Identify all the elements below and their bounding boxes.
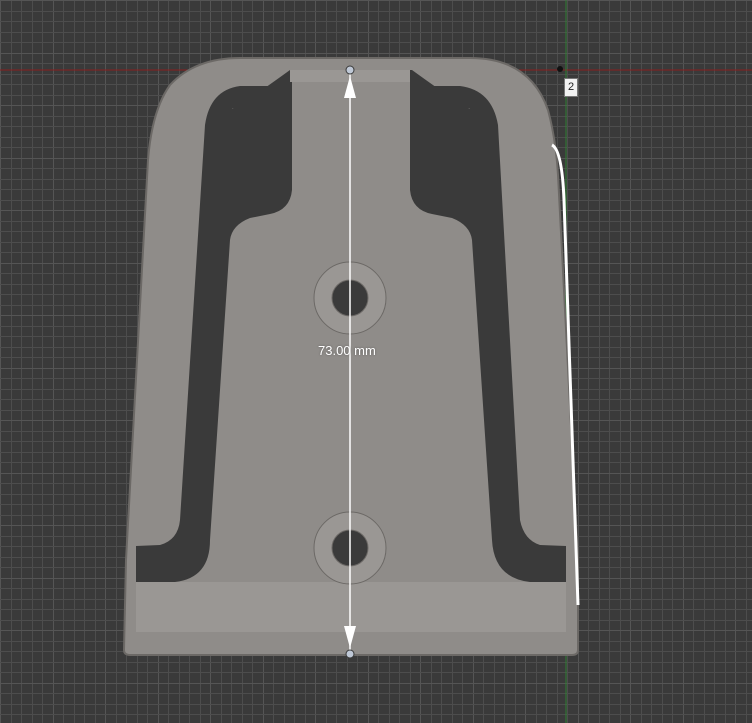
dimension-point-top[interactable]: [345, 65, 355, 75]
vertex-marker-label: 2: [564, 78, 578, 97]
dimension-point-bottom[interactable]: [345, 649, 355, 659]
base-shelf: [136, 582, 566, 632]
vertex-marker-dot[interactable]: [557, 66, 563, 72]
cad-viewport[interactable]: 73.00 mm 2: [0, 0, 752, 723]
cad-canvas[interactable]: [0, 0, 752, 723]
dimension-label[interactable]: 73.00 mm: [318, 343, 376, 358]
